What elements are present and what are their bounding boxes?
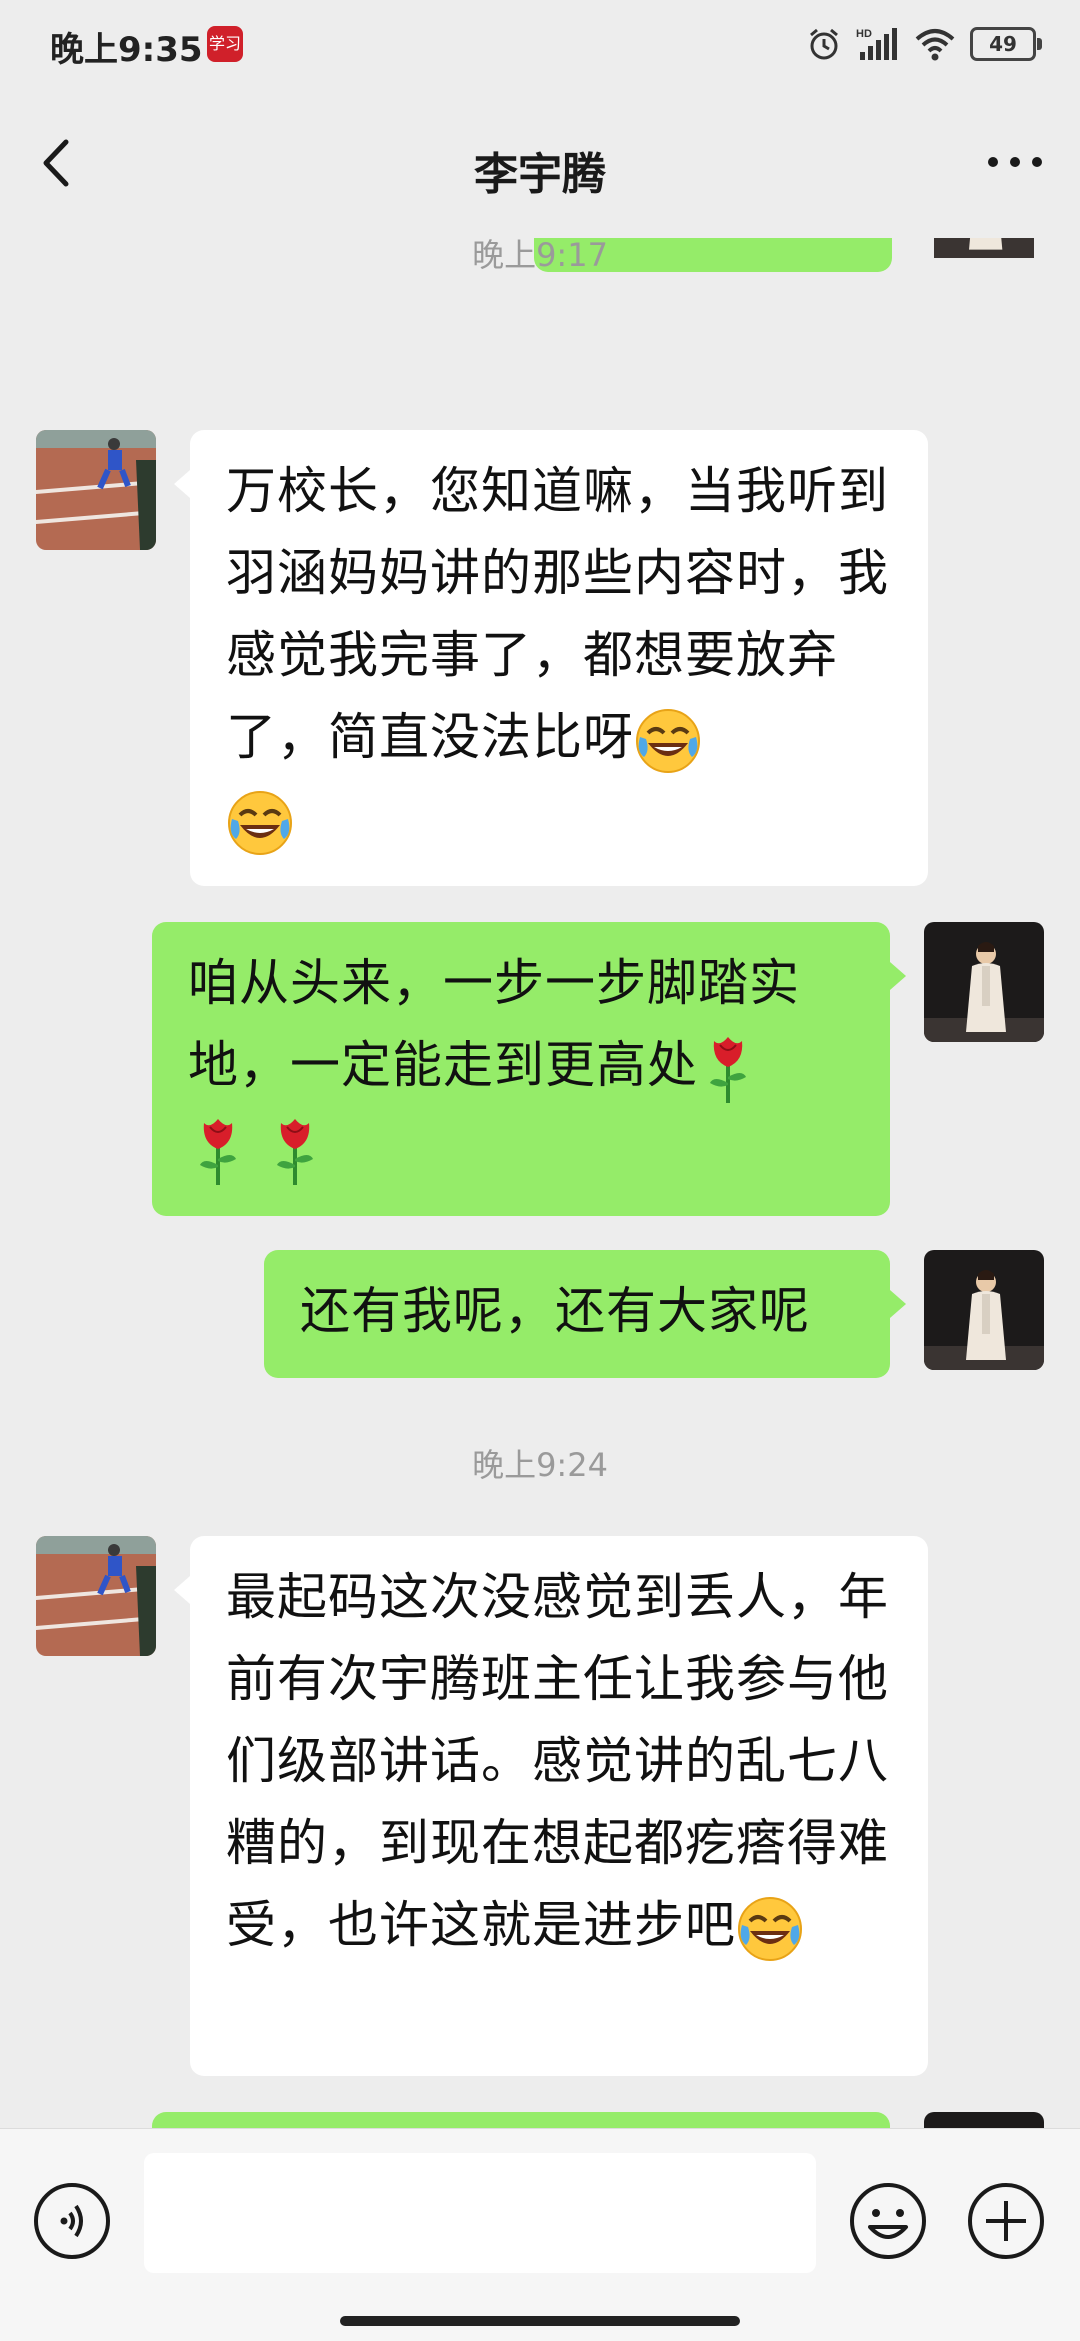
rose-emoji	[698, 1031, 758, 1107]
status-time: 晚上9:35	[50, 30, 203, 70]
message-list[interactable]: 晚上9:17 万校长，您知道嘛，当我听到羽涵妈妈讲的那些内容时，我感觉我完事了，…	[0, 238, 1080, 2128]
message-bubble-incoming[interactable]: 最起码这次没感觉到丢人，年前有次宇腾班主任让我参与他们级部讲话。感觉讲的乱七八糟…	[174, 1536, 928, 2076]
avatar-contact[interactable]	[36, 430, 156, 550]
plus-icon[interactable]	[966, 2181, 1046, 2261]
more-icon[interactable]	[980, 140, 1050, 184]
battery-icon: 49	[970, 27, 1042, 61]
status-indicators: HD 49	[806, 22, 1042, 66]
status-bar: 晚上9:35 学习 HD 49	[0, 0, 1080, 92]
emoji-icon[interactable]	[848, 2181, 928, 2261]
cry-laugh-emoji	[736, 1895, 804, 1963]
alarm-icon	[810, 28, 838, 60]
cry-laugh-emoji	[226, 789, 294, 857]
chat-title: 李宇腾	[474, 149, 606, 200]
voice-icon[interactable]	[32, 2181, 112, 2261]
rose-emoji	[265, 1113, 325, 1189]
rose-emoji	[188, 1113, 248, 1189]
message-bubble-partial[interactable]	[152, 2112, 890, 2128]
home-indicator[interactable]	[340, 2316, 740, 2326]
cry-laugh-emoji	[634, 707, 702, 775]
message-text: 万校长，您知道嘛，当我听到羽涵妈妈讲的那些内容时，我感觉我完事了，都想要放弃了，…	[226, 462, 889, 766]
chat-header: 李宇腾	[0, 92, 1080, 238]
input-bar	[0, 2128, 1080, 2341]
message-input[interactable]	[144, 2153, 816, 2273]
avatar-contact[interactable]	[36, 1536, 156, 1656]
message-text: 还有我呢，还有大家呢	[300, 1282, 810, 1340]
timestamp: 晚上9:17	[472, 238, 608, 274]
message-bubble-outgoing[interactable]: 咱从头来，一步一步脚踏实地，一定能走到更高处	[152, 922, 906, 1216]
message-bubble-incoming[interactable]: 万校长，您知道嘛，当我听到羽涵妈妈讲的那些内容时，我感觉我完事了，都想要放弃了，…	[174, 430, 928, 886]
wifi-icon	[915, 29, 955, 61]
avatar-self[interactable]	[924, 2112, 1044, 2128]
message-bubble-outgoing[interactable]: 还有我呢，还有大家呢	[264, 1250, 906, 1378]
avatar-self[interactable]	[924, 922, 1044, 1042]
app-notification-icon: 学习	[207, 26, 243, 62]
timestamp: 晚上9:24	[472, 1446, 608, 1484]
avatar-self[interactable]	[924, 1250, 1044, 1370]
network-type-label: HD	[856, 28, 872, 40]
signal-icon: HD	[856, 28, 897, 60]
